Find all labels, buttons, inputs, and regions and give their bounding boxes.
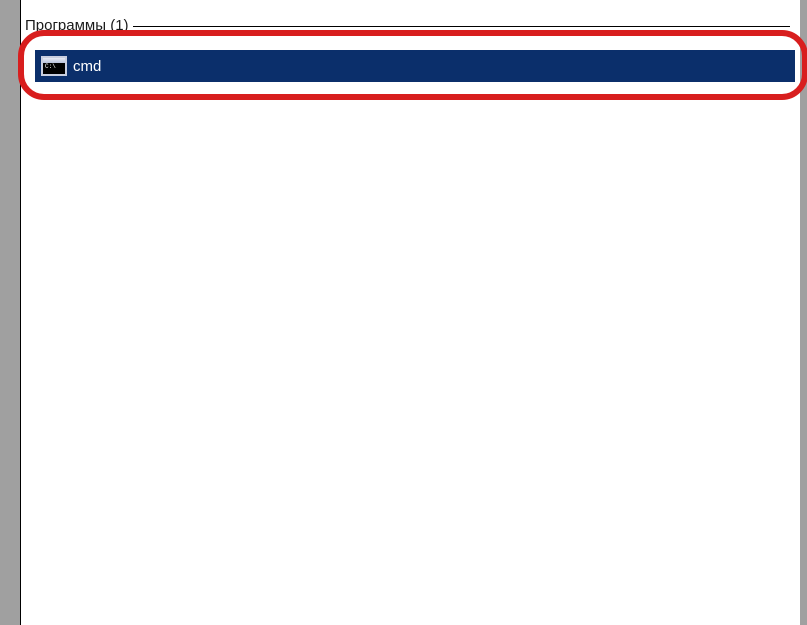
search-results-panel: Программы (1) C:\ cmd	[20, 0, 800, 625]
search-result-cmd[interactable]: C:\ cmd	[35, 50, 795, 82]
cmd-icon: C:\	[41, 56, 67, 76]
section-label: Программы (1)	[25, 17, 133, 34]
section-divider	[133, 26, 790, 27]
result-label: cmd	[73, 58, 101, 75]
section-header: Программы (1)	[25, 18, 790, 32]
